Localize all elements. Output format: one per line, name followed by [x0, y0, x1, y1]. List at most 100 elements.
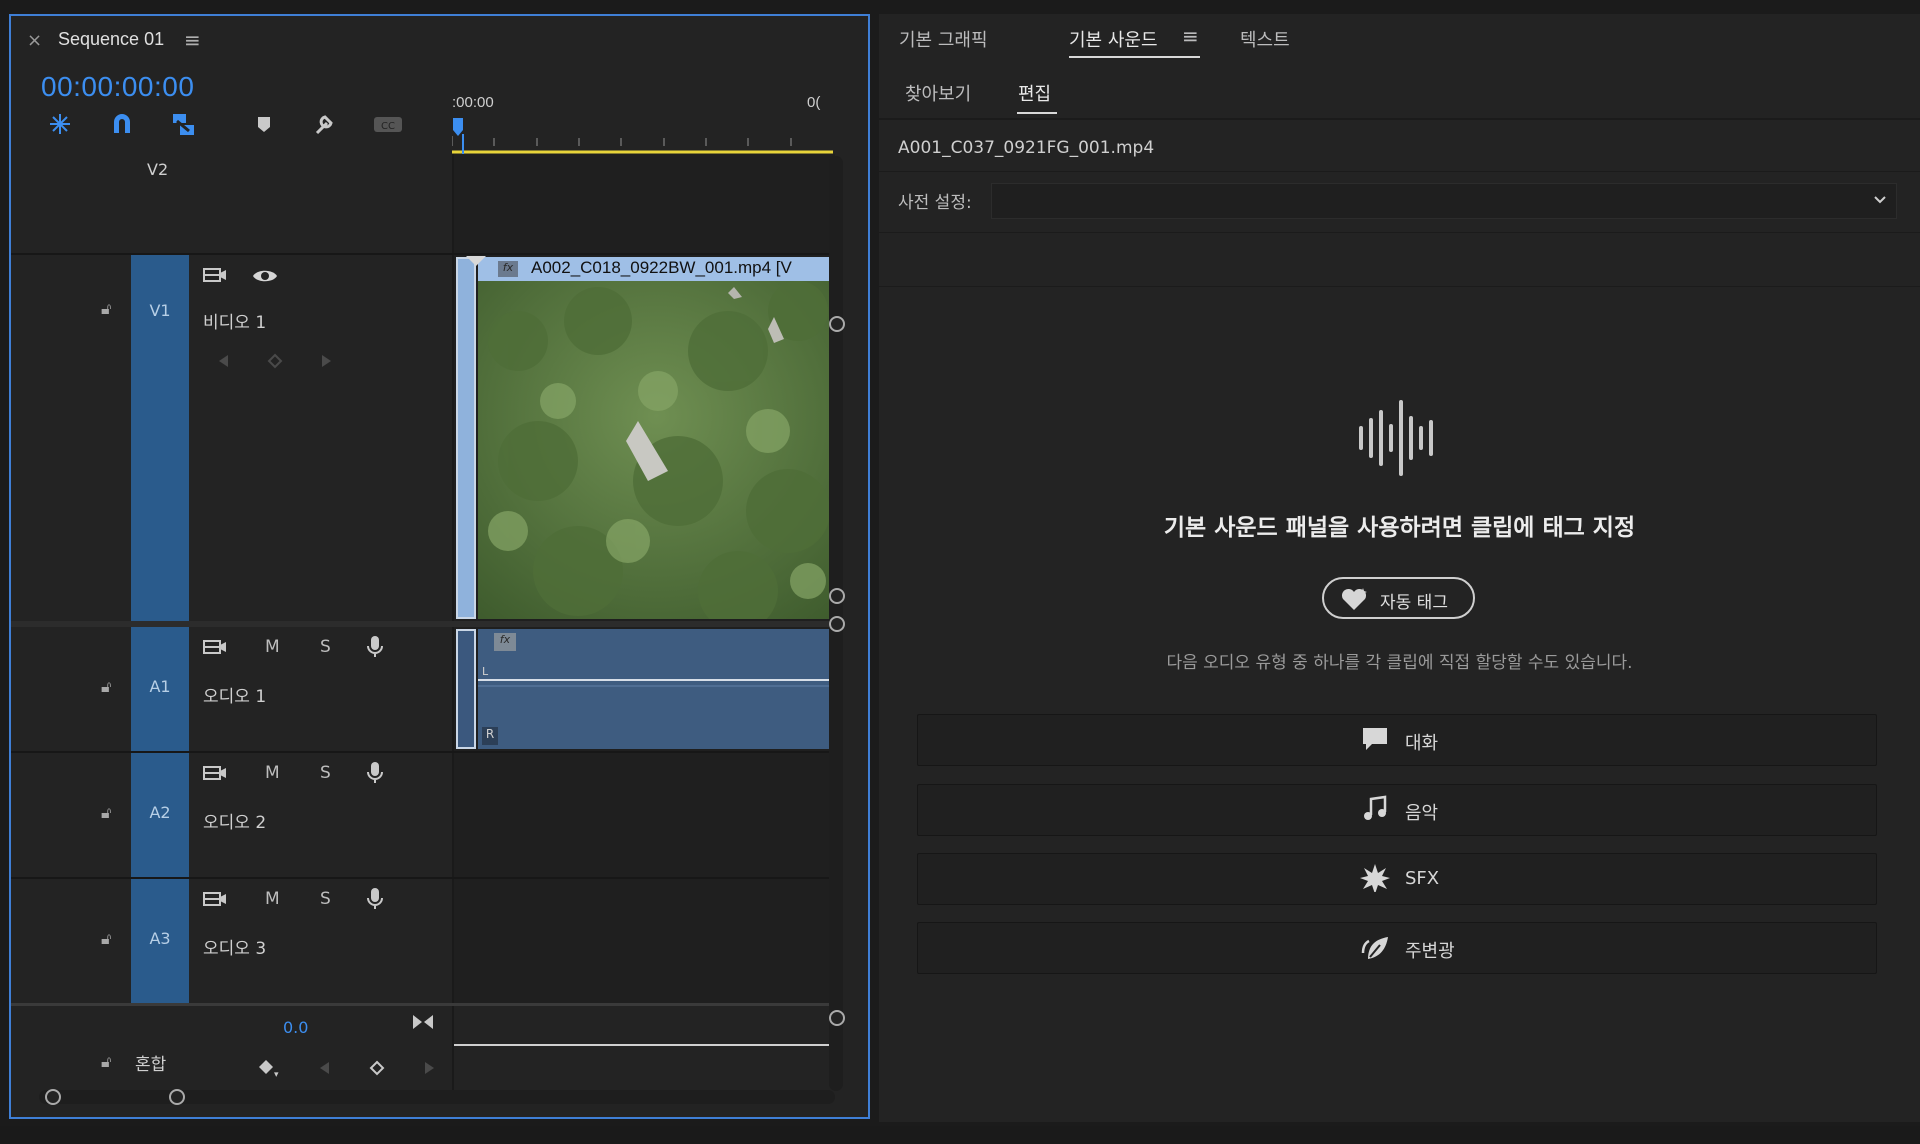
- clip-edge-handle[interactable]: [456, 629, 476, 749]
- subtab-browse[interactable]: 찾아보기: [905, 80, 971, 106]
- snap-magnet-icon[interactable]: [107, 111, 137, 137]
- mute-button[interactable]: M: [265, 889, 280, 909]
- track-header-a1: 🔓︎ A1 M S 오디오 1: [11, 627, 452, 751]
- panel-menu-icon[interactable]: ≡: [184, 28, 201, 52]
- track-lane-mix[interactable]: [454, 1006, 835, 1091]
- track-name-a3[interactable]: 오디오 3: [203, 934, 266, 959]
- microphone-icon[interactable]: [365, 635, 385, 664]
- preset-dropdown[interactable]: [991, 183, 1897, 219]
- eye-visibility-icon[interactable]: [251, 267, 279, 290]
- closed-captions-icon[interactable]: CC: [373, 111, 403, 137]
- wrench-settings-icon[interactable]: [311, 111, 341, 137]
- close-panel-icon[interactable]: ×: [27, 30, 42, 51]
- sfx-button[interactable]: SFX: [917, 853, 1877, 905]
- zoom-left-handle[interactable]: [45, 1089, 61, 1105]
- lock-icon[interactable]: 🔓︎: [101, 929, 111, 949]
- fx-badge[interactable]: fx: [494, 633, 516, 651]
- timeline-panel: × Sequence 01 ≡ 00:00:00:00 CC :00:00 0(: [9, 14, 870, 1119]
- video-clip-thumbnail[interactable]: [478, 281, 835, 619]
- tab-essential-sound[interactable]: 기본 사운드: [1069, 26, 1158, 52]
- tab-text[interactable]: 텍스트: [1240, 26, 1290, 52]
- solo-button[interactable]: S: [320, 637, 331, 657]
- track-id-a2[interactable]: A2: [131, 753, 189, 877]
- track-name-a1[interactable]: 오디오 1: [203, 682, 266, 707]
- track-lane-a1[interactable]: fx L R: [454, 627, 835, 751]
- sfx-label: SFX: [1405, 868, 1440, 889]
- audio-type-hint: 다음 오디오 유형 중 하나를 각 클립에 직접 할당할 수도 있습니다.: [1166, 653, 1633, 673]
- next-keyframe-icon[interactable]: [318, 353, 334, 374]
- sync-lock-icon[interactable]: [202, 763, 228, 788]
- track-header-mix: 0.0 🔓︎ 혼합 ▾: [11, 1006, 452, 1091]
- chevron-down-icon: [1872, 192, 1888, 212]
- microphone-icon[interactable]: [365, 887, 385, 916]
- playhead-timecode[interactable]: 00:00:00:00: [41, 71, 194, 103]
- track-name-a2[interactable]: 오디오 2: [203, 808, 266, 833]
- sync-lock-icon[interactable]: [202, 265, 228, 290]
- video-clip-name: A002_C018_0922BW_001.mp4 [V: [531, 258, 792, 277]
- track-id-v2[interactable]: V2: [147, 160, 168, 179]
- microphone-icon[interactable]: [365, 761, 385, 790]
- burst-icon: [1360, 864, 1390, 898]
- subtab-edit[interactable]: 편집: [1018, 80, 1051, 106]
- tab-essential-graphics[interactable]: 기본 그래픽: [899, 26, 988, 52]
- panel-menu-icon[interactable]: ≡: [1182, 24, 1199, 48]
- track-header-a2: 🔓︎ A2 M S 오디오 2: [11, 753, 452, 877]
- solo-button[interactable]: S: [320, 763, 331, 783]
- track-id-v1[interactable]: V1: [131, 255, 189, 621]
- track-lane-a2[interactable]: [454, 753, 835, 877]
- sequence-tab-title[interactable]: Sequence 01: [58, 29, 164, 50]
- add-marker-icon[interactable]: [249, 111, 279, 137]
- auto-tag-button[interactable]: 자동 태그: [1322, 577, 1475, 619]
- snap-nest-icon[interactable]: [45, 111, 75, 137]
- music-label: 음악: [1405, 803, 1439, 824]
- left-channel-label: L: [482, 665, 489, 678]
- track-lane-a3[interactable]: [454, 879, 835, 1003]
- sync-lock-icon[interactable]: [202, 889, 228, 914]
- svg-text:CC: CC: [381, 121, 395, 132]
- video-clip-header[interactable]: fx A002_C018_0922BW_001.mp4 [V: [478, 257, 835, 281]
- preset-label: 사전 설정:: [898, 193, 972, 213]
- prev-keyframe-icon[interactable]: [317, 1060, 333, 1081]
- scroll-handle[interactable]: [829, 616, 845, 632]
- status-bar: [0, 1126, 1920, 1144]
- dialogue-button[interactable]: 대화: [917, 714, 1877, 766]
- leaf-icon: [1360, 933, 1390, 967]
- track-name-v1[interactable]: 비디오 1: [203, 308, 266, 333]
- audio-waveform-icon: [1357, 398, 1437, 478]
- time-ruler[interactable]: [451, 116, 833, 154]
- track-lane-v1[interactable]: fx A002_C018_0922BW_001.mp4 [V: [454, 255, 835, 621]
- clip-start-marker-icon: [466, 253, 486, 266]
- ambience-button[interactable]: 주변광: [917, 922, 1877, 974]
- prev-keyframe-icon[interactable]: [216, 353, 232, 374]
- speech-bubble-icon: [1360, 725, 1390, 759]
- bowtie-icon[interactable]: [411, 1012, 435, 1037]
- add-keyframe-icon[interactable]: [369, 1060, 385, 1081]
- ambience-label: 주변광: [1405, 941, 1455, 962]
- linked-selection-icon[interactable]: [169, 111, 199, 137]
- zoom-right-handle[interactable]: [169, 1089, 185, 1105]
- next-keyframe-icon[interactable]: [421, 1060, 437, 1081]
- add-keyframe-icon[interactable]: [267, 353, 283, 374]
- lock-icon[interactable]: 🔓︎: [101, 299, 111, 319]
- track-lane-v2[interactable]: [454, 154, 835, 253]
- sync-lock-icon[interactable]: [202, 637, 228, 662]
- mix-volume-value[interactable]: 0.0: [283, 1018, 308, 1037]
- lock-icon[interactable]: 🔓︎: [101, 803, 111, 823]
- music-button[interactable]: 음악: [917, 784, 1877, 836]
- zoom-range[interactable]: [45, 1089, 185, 1105]
- track-id-a1[interactable]: A1: [131, 627, 189, 751]
- lock-icon[interactable]: 🔓︎: [101, 1052, 111, 1072]
- track-id-a3[interactable]: A3: [131, 879, 189, 1003]
- mix-track-name[interactable]: 혼합: [135, 1050, 166, 1075]
- scroll-handle[interactable]: [829, 1010, 845, 1026]
- mute-button[interactable]: M: [265, 637, 280, 657]
- scroll-handle[interactable]: [829, 588, 845, 604]
- clip-edge-handle[interactable]: [456, 257, 476, 619]
- mute-button[interactable]: M: [265, 763, 280, 783]
- audio-clip[interactable]: fx L R: [478, 629, 835, 749]
- scroll-handle[interactable]: [829, 316, 845, 332]
- add-remove-keyframe-icon[interactable]: ▾: [256, 1058, 280, 1083]
- lock-icon[interactable]: 🔓︎: [101, 677, 111, 697]
- fx-badge[interactable]: fx: [498, 261, 518, 277]
- solo-button[interactable]: S: [320, 889, 331, 909]
